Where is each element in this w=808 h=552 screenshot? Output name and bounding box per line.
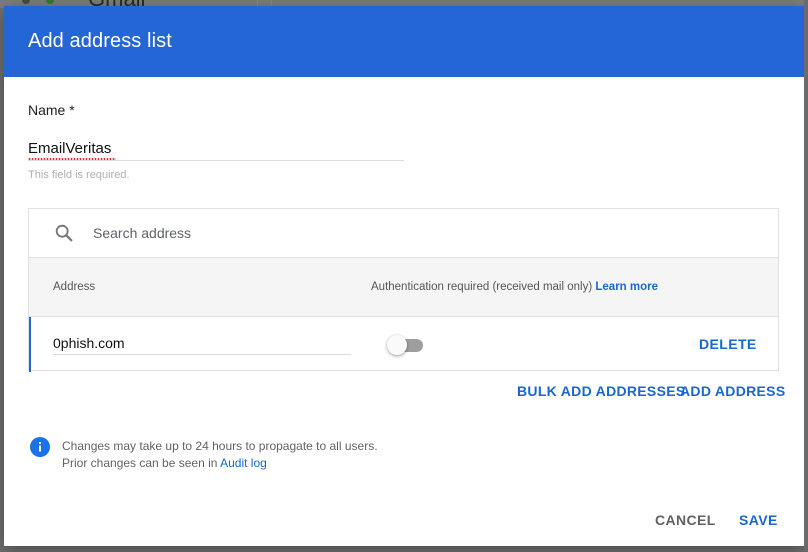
info-icon xyxy=(30,437,50,457)
table-row: DELETE xyxy=(29,317,778,372)
column-header-address: Address xyxy=(53,281,96,293)
cancel-button[interactable]: CANCEL xyxy=(653,510,718,530)
search-row xyxy=(29,209,778,258)
search-icon xyxy=(55,224,73,242)
table-header: Address Authentication required (receive… xyxy=(29,258,778,317)
auth-header-text: Authentication required (received mail o… xyxy=(371,281,593,293)
info-line-1: Changes may take up to 24 hours to propa… xyxy=(62,439,378,453)
address-input[interactable] xyxy=(53,332,351,355)
address-table: Address Authentication required (receive… xyxy=(28,208,779,372)
add-address-list-dialog: Add address list Name * This field is re… xyxy=(4,6,804,546)
dialog-title: Add address list xyxy=(28,30,172,52)
save-button[interactable]: SAVE xyxy=(737,510,780,530)
name-hint: This field is required. xyxy=(28,169,130,181)
audit-log-link[interactable]: Audit log xyxy=(220,456,267,470)
info-message: Changes may take up to 24 hours to propa… xyxy=(62,438,378,472)
info-line-2: Prior changes can be seen in Audit log xyxy=(62,455,378,472)
column-header-auth: Authentication required (received mail o… xyxy=(371,281,658,293)
spellcheck-underline xyxy=(28,158,116,160)
auth-required-toggle[interactable] xyxy=(387,335,425,355)
search-input[interactable] xyxy=(91,224,695,242)
toggle-thumb xyxy=(387,335,407,355)
add-address-button[interactable]: ADD ADDRESS xyxy=(678,381,787,401)
name-label: Name * xyxy=(28,102,75,118)
dialog-header: Add address list xyxy=(4,6,804,77)
bulk-add-addresses-button[interactable]: BULK ADD ADDRESSES xyxy=(515,381,688,401)
info-line-2-prefix: Prior changes can be seen in xyxy=(62,456,218,470)
learn-more-link[interactable]: Learn more xyxy=(595,281,658,293)
delete-button[interactable]: DELETE xyxy=(695,334,761,354)
backdrop-edge xyxy=(804,0,808,552)
